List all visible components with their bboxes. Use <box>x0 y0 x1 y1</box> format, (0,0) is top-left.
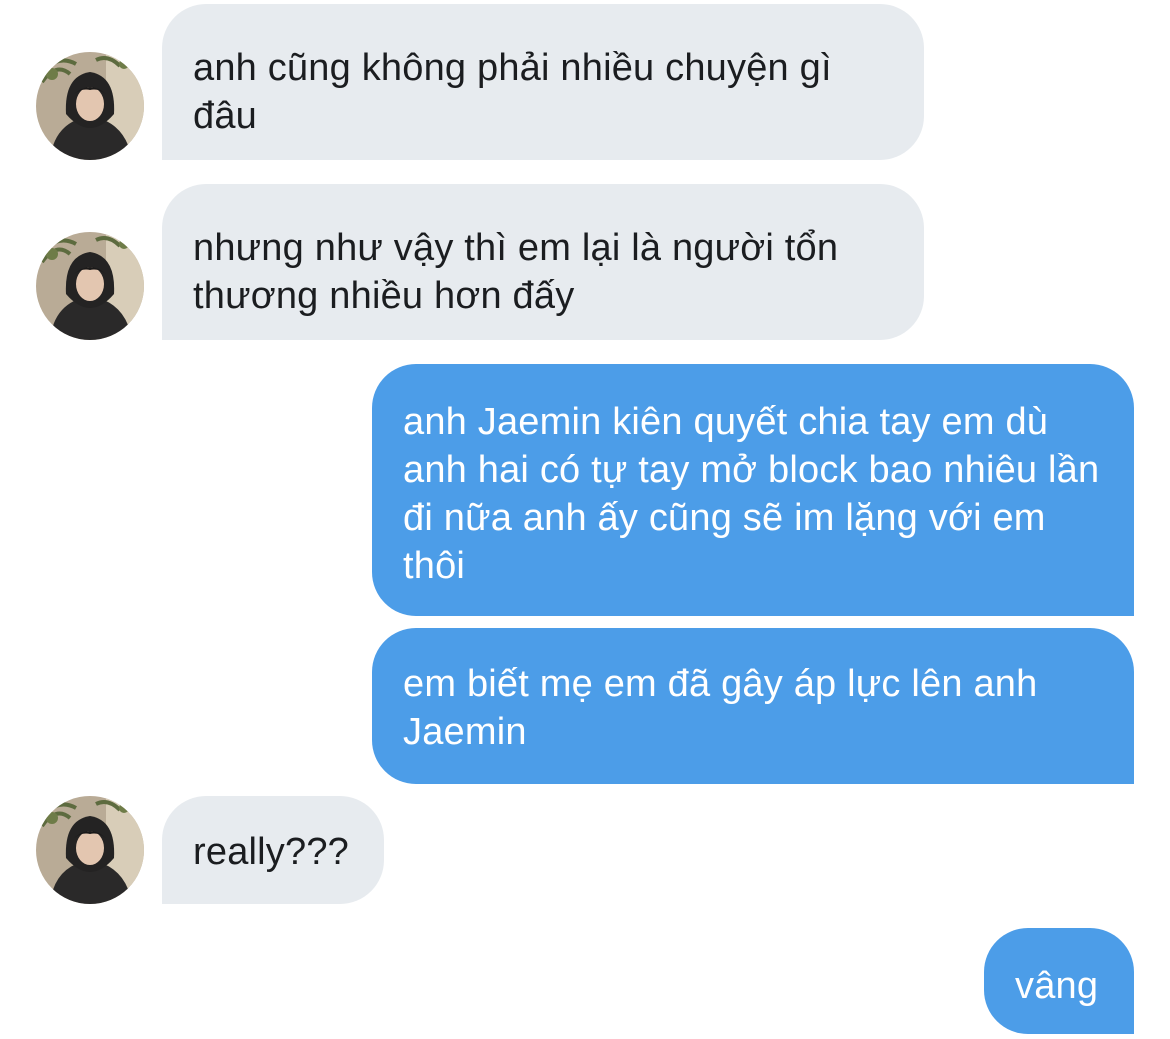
contact-avatar-icon[interactable] <box>36 232 144 340</box>
contact-avatar-icon[interactable] <box>36 796 144 904</box>
message-bubble-sent[interactable]: vâng <box>984 928 1134 1034</box>
message-bubble-received[interactable]: anh cũng không phải nhiều chuyện gì đâu <box>162 4 924 160</box>
message-text: nhưng như vậy thì em lại là người tổn th… <box>193 227 839 317</box>
contact-avatar-icon[interactable] <box>36 52 144 160</box>
message-text: em biết mẹ em đã gây áp lực lên anh Jaem… <box>403 663 1038 753</box>
message-bubble-sent[interactable]: anh Jaemin kiên quyết chia tay em dù anh… <box>372 364 1134 616</box>
message-text: anh Jaemin kiên quyết chia tay em dù anh… <box>403 401 1100 587</box>
message-bubble-received[interactable]: really??? <box>162 796 384 904</box>
message-text: really??? <box>193 831 350 873</box>
message-text: vâng <box>1015 965 1099 1007</box>
message-text: anh cũng không phải nhiều chuyện gì đâu <box>193 47 832 137</box>
message-bubble-sent[interactable]: em biết mẹ em đã gây áp lực lên anh Jaem… <box>372 628 1134 784</box>
chat-thread: anh cũng không phải nhiều chuyện gì đâu … <box>0 0 1170 1039</box>
message-bubble-received[interactable]: nhưng như vậy thì em lại là người tổn th… <box>162 184 924 340</box>
